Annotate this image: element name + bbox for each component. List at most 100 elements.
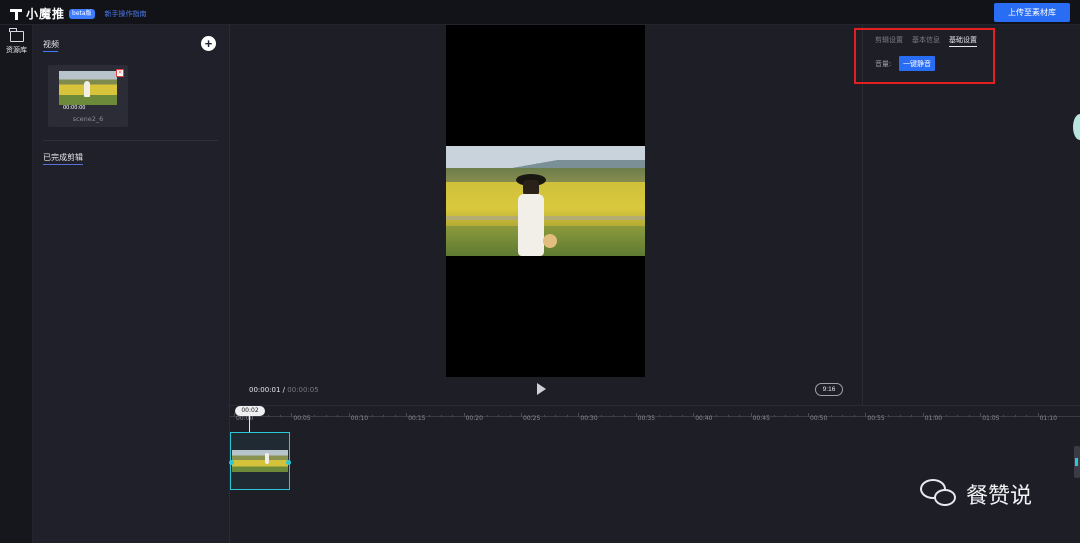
guide-link[interactable]: 新手操作指南 <box>105 9 147 19</box>
scene-dress <box>518 194 544 256</box>
current-time: 00:00:01 <box>249 386 281 394</box>
ruler-tick-label: 01:10 <box>1039 415 1057 422</box>
clip-frames <box>232 450 288 472</box>
scene-path <box>446 216 645 220</box>
watermark: 餐赞说 <box>920 478 1032 510</box>
scene-held-hat <box>543 234 557 248</box>
ruler-minor-tick <box>704 415 706 417</box>
ruler-minor-tick <box>543 415 545 417</box>
play-button[interactable] <box>535 382 547 396</box>
timeline-ruler[interactable]: 00:00 00:05 00:10 00:15 00:20 00:25 00:30 00:35… <box>230 406 1080 424</box>
ruler-tick <box>578 413 580 417</box>
media-name: scene2_6 <box>72 115 104 123</box>
ruler-minor-tick <box>647 415 649 417</box>
ruler-minor-tick <box>934 415 936 417</box>
edge-handle[interactable] <box>1073 114 1080 140</box>
ruler-minor-tick <box>876 415 878 417</box>
ruler-tick <box>406 413 408 417</box>
tab-underline <box>43 164 83 165</box>
ruler-minor-tick <box>383 415 385 417</box>
folder-icon <box>9 28 24 42</box>
ruler-tick <box>808 413 809 417</box>
ruler-tick <box>865 413 867 417</box>
ruler-tick <box>693 413 695 417</box>
ruler-minor-tick <box>371 415 373 417</box>
ruler-tick <box>635 413 637 417</box>
wechat-bubble-small <box>934 489 956 506</box>
ruler-minor-tick <box>440 415 442 417</box>
app-name: 小魔推 <box>26 7 66 21</box>
ruler-minor-tick <box>314 415 316 417</box>
ruler-minor-tick <box>1014 415 1016 417</box>
ruler-tick <box>521 413 522 417</box>
ruler-tick <box>1037 413 1039 417</box>
ruler-tick <box>463 413 465 417</box>
ruler-minor-tick <box>968 415 970 417</box>
clip-figure <box>265 453 269 464</box>
ruler-minor-tick <box>566 415 568 417</box>
ruler-minor-tick <box>819 415 821 417</box>
ruler-minor-tick <box>624 415 626 417</box>
timeline-clip[interactable] <box>229 432 291 490</box>
video-player[interactable] <box>446 25 645 377</box>
ruler-minor-tick <box>394 415 396 417</box>
ruler-minor-tick <box>670 415 672 417</box>
ruler-minor-tick <box>601 415 603 417</box>
ruler-minor-tick <box>417 415 419 417</box>
ruler-minor-tick <box>337 415 339 417</box>
time-display: 00:00:01 / 00:00:05 <box>249 386 319 394</box>
ruler-minor-tick <box>325 415 327 417</box>
ruler-tick <box>291 413 293 417</box>
media-thumbnail: 00:00:00 <box>59 71 117 111</box>
preview-area: 00:00:01 / 00:00:05 9:16 <box>230 25 862 405</box>
ruler-minor-tick <box>991 415 993 417</box>
ruler-tick <box>980 413 982 417</box>
ruler-minor-tick <box>1003 415 1005 417</box>
ruler-tick <box>922 413 924 417</box>
ruler-minor-tick <box>429 415 431 417</box>
ruler-minor-tick <box>830 415 832 417</box>
divider <box>43 140 218 141</box>
nav-item-resource-library[interactable]: 资源库 <box>0 28 33 55</box>
clip-trim-handle-right[interactable] <box>286 460 291 465</box>
ruler-minor-tick <box>899 415 901 417</box>
media-card[interactable]: 00:00:00 × scene2_6 <box>48 65 128 127</box>
assets-section-title[interactable]: 视频 <box>43 39 59 50</box>
side-nav: 资源库 <box>0 25 33 543</box>
add-media-button[interactable]: + <box>201 36 216 51</box>
completed-edits-title[interactable]: 已完成剪辑 <box>43 152 83 163</box>
wechat-icon <box>920 479 958 509</box>
ruler-minor-tick <box>842 415 844 417</box>
ruler-minor-tick <box>945 415 947 417</box>
ruler-minor-tick <box>612 415 614 417</box>
ruler-minor-tick <box>785 415 787 417</box>
beta-badge: beta版 <box>69 8 95 19</box>
timeline-scroll-handle[interactable] <box>1074 446 1080 478</box>
ruler-minor-tick <box>681 415 683 417</box>
top-bar: 小魔推 beta版 新手操作指南 上传至素材库 <box>0 0 1080 25</box>
ruler-minor-tick <box>739 415 741 417</box>
aspect-ratio-button[interactable]: 9:16 <box>815 383 843 396</box>
ruler-minor-tick <box>762 415 764 417</box>
delete-icon[interactable]: × <box>116 69 124 77</box>
app-logo: 小魔推 beta版 新手操作指南 <box>10 5 147 22</box>
ruler-minor-tick <box>1026 415 1028 417</box>
tab-underline <box>43 51 58 52</box>
ruler-tick <box>750 413 752 417</box>
ruler-minor-tick <box>268 415 270 417</box>
ruler-minor-tick <box>509 415 511 417</box>
assets-panel: 视频 + 00:00:00 × scene2_6 已完成剪辑 <box>33 25 230 543</box>
upload-to-library-button[interactable]: 上传至素材库 <box>994 3 1070 22</box>
clip-trim-handle-left[interactable] <box>229 460 234 465</box>
playhead-time[interactable]: 00:02 <box>235 406 265 416</box>
highlight-box <box>854 28 995 84</box>
ruler-minor-tick <box>279 415 281 417</box>
ruler-minor-tick <box>475 415 477 417</box>
ruler-minor-tick <box>532 415 534 417</box>
ruler-minor-tick <box>911 415 913 417</box>
ruler-minor-tick <box>957 415 959 417</box>
ruler-minor-tick <box>773 415 775 417</box>
timeline: 00:00 00:05 00:10 00:15 00:20 00:25 00:30 00:35… <box>229 405 1080 543</box>
nav-item-label: 资源库 <box>6 46 27 54</box>
ruler-minor-tick <box>498 415 500 417</box>
